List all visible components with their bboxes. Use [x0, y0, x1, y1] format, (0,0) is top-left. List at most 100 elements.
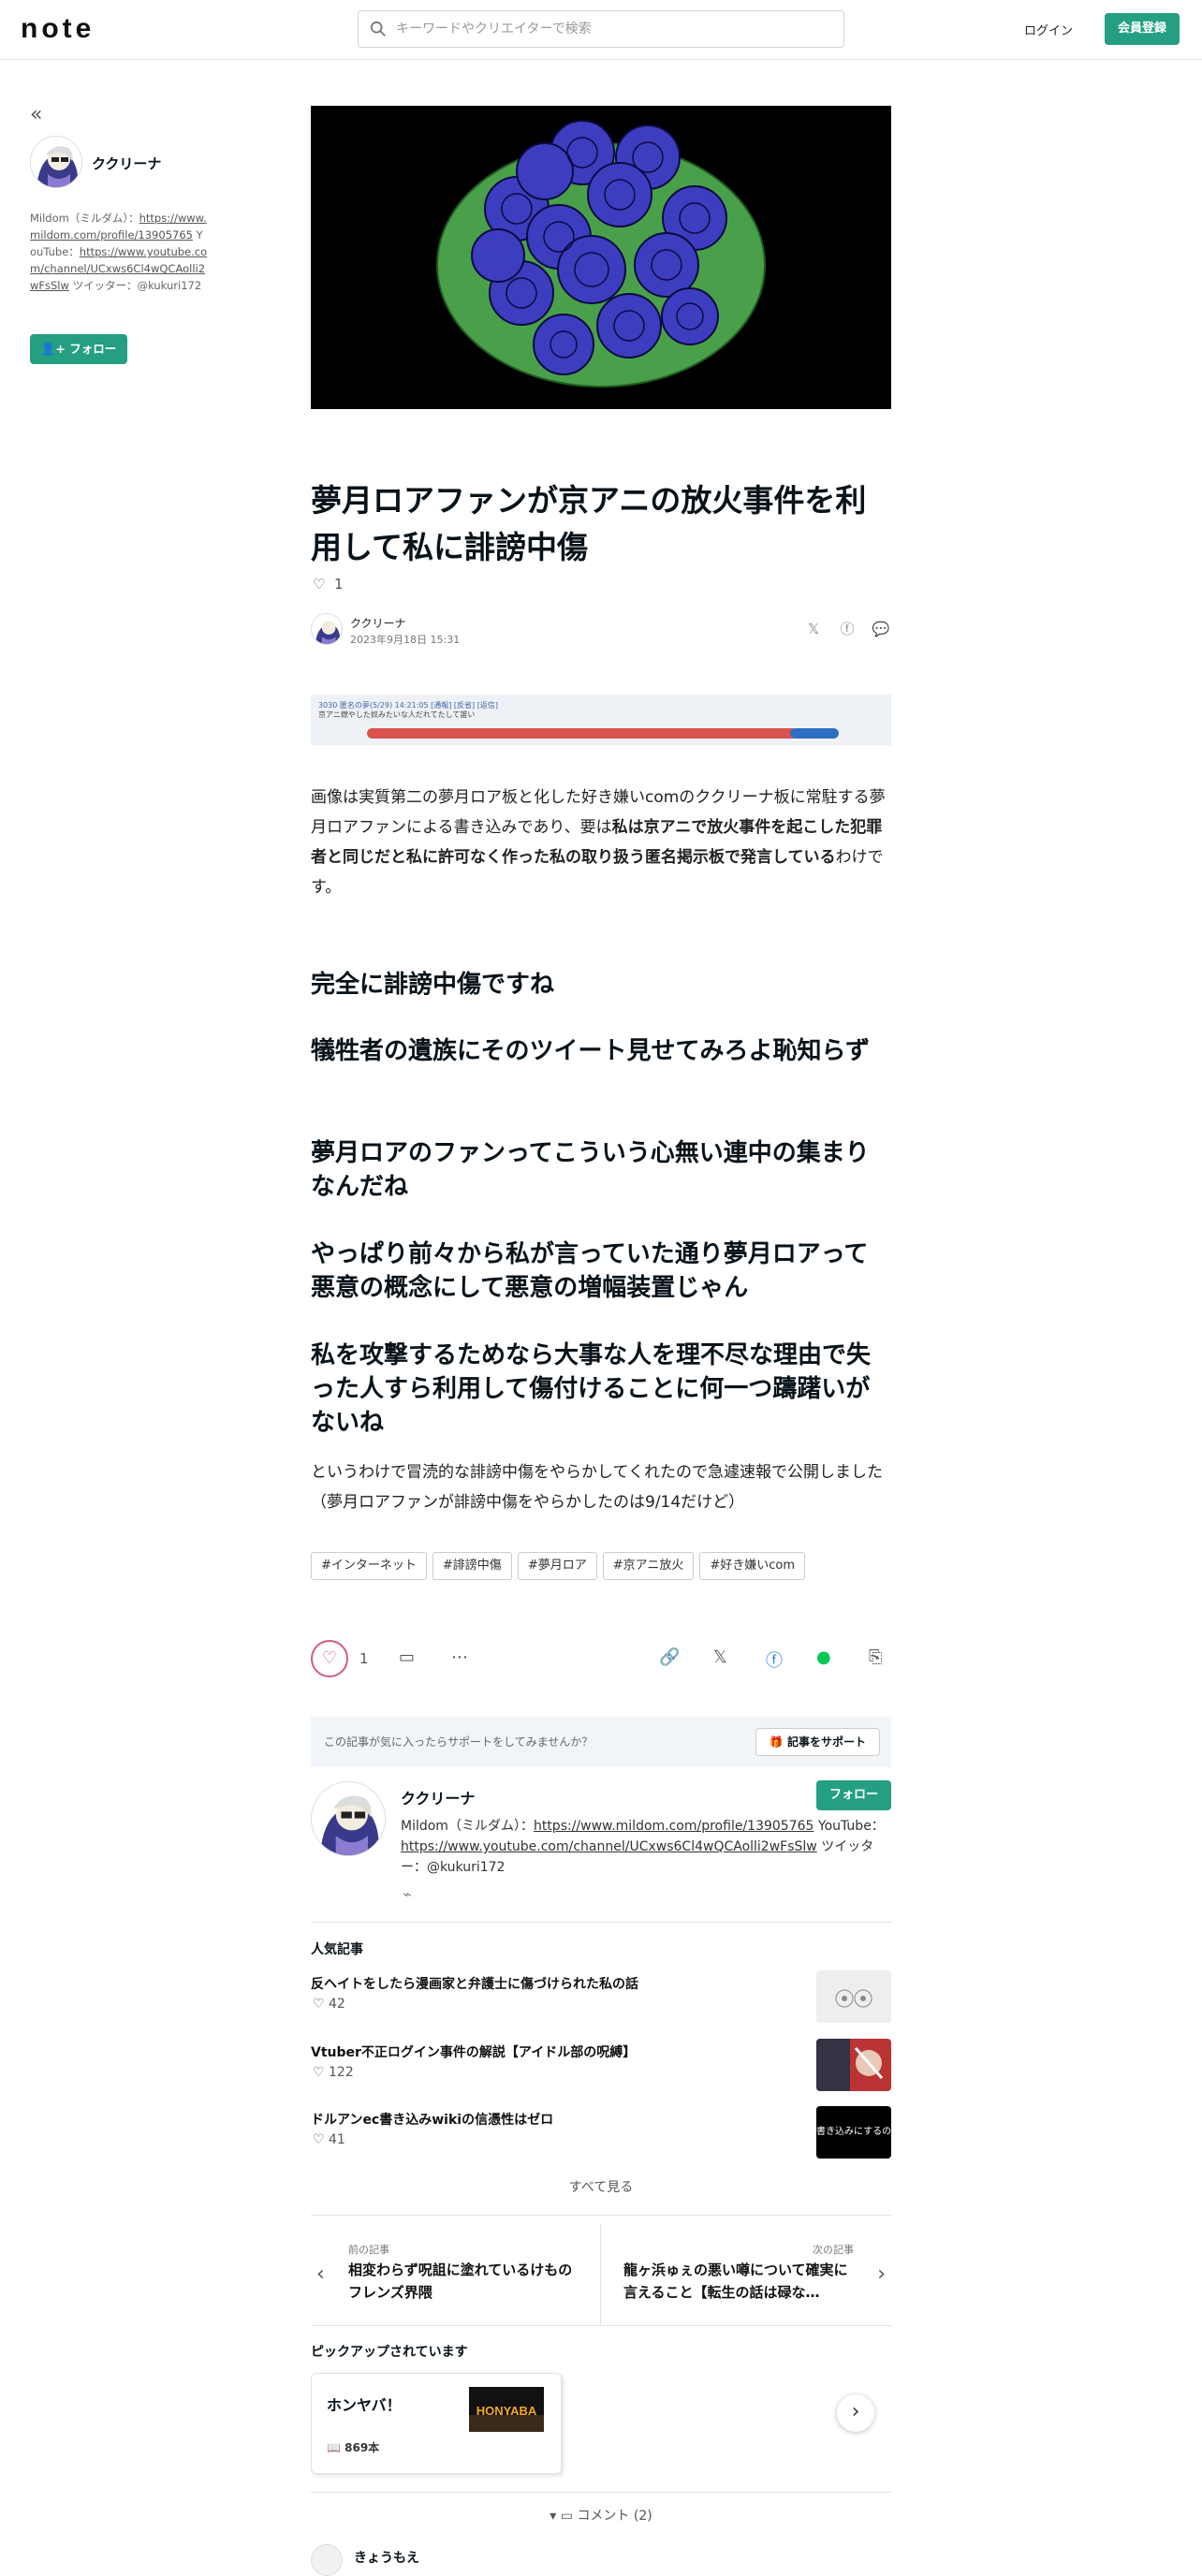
screenshot-text: 京アニ燃やした奴みたいな人だれてたして誰い — [318, 710, 476, 719]
commenter-name[interactable]: きょうもえ — [354, 2548, 419, 2567]
hashtag[interactable]: #夢月ロア — [517, 1552, 597, 1580]
chevron-right-icon: › — [877, 2262, 886, 2286]
popular-article-item[interactable]: Vtuber不正ログイン事件の解説【アイドル部の呪縛】 ♡ 122 — [311, 2039, 891, 2093]
carousel-next-button[interactable]: › — [837, 2394, 874, 2432]
popular-articles-title: 人気記事 — [311, 1942, 363, 1957]
author-avatar[interactable] — [311, 613, 343, 645]
profile-name[interactable]: ククリーナ — [401, 1786, 475, 1808]
thumbnail-illustration — [816, 1970, 891, 2023]
note-logo[interactable]: note — [21, 13, 95, 45]
register-button[interactable]: 会員登録 — [1105, 13, 1180, 45]
popular-article-likes: ♡ 122 — [313, 2065, 354, 2080]
magazine-count: 📖 869本 — [327, 2439, 379, 2455]
profile-avatar[interactable] — [311, 1781, 386, 1856]
divider — [311, 2215, 891, 2216]
like-summary[interactable]: ♡ 1 — [313, 576, 344, 593]
article-thumbnail[interactable]: 書き込みにするのか... — [816, 2106, 891, 2159]
hashtag[interactable]: #好き嫌いcom — [699, 1552, 806, 1580]
comments-toggle[interactable]: ▾ ▭ コメント (2) — [311, 2506, 891, 2525]
x-share-icon[interactable]: 𝕏 — [713, 1647, 727, 1667]
divider — [311, 1922, 891, 1923]
thumbnail-text: 書き込みにするのか... — [816, 2127, 891, 2137]
collapse-sidebar-icon[interactable]: « — [30, 103, 43, 126]
support-button[interactable]: 🎁 記事をサポート — [755, 1728, 880, 1756]
next-article[interactable]: 次の記事 龍ヶ浜ゅぇの悪い噂について確実に言えること【転生の話は碌な… › — [601, 2223, 891, 2326]
x-share-icon[interactable]: 𝕏 — [803, 619, 824, 639]
hashtag[interactable]: #インターネット — [311, 1552, 427, 1580]
add-user-icon: 👤+ — [40, 342, 70, 356]
heading-2: 犠牲者の遺族にそのツイート見せてみろよ恥知らず — [311, 1037, 870, 1065]
thumbnail-illustration: HONYABA — [469, 2387, 544, 2432]
more-icon[interactable]: ⋯ — [451, 1647, 468, 1667]
facebook-share-icon[interactable]: ⓕ — [766, 1647, 783, 1672]
hashtag-list: #インターネット #誹謗中傷 #夢月ロア #京アニ放火 #好き嫌いcom — [311, 1552, 891, 1580]
bio-text: Mildom（ミルダム）： — [401, 1819, 534, 1834]
popular-article-title[interactable]: 反ヘイトをしたら漫画家と弁護士に傷づけられた私の話 — [311, 1974, 638, 1993]
search-icon — [370, 21, 386, 37]
hero-image-blue-roses — [311, 106, 891, 409]
search-input[interactable] — [396, 11, 836, 47]
author-name[interactable]: ククリーナ — [350, 615, 406, 631]
line-share-icon[interactable]: 💬 — [871, 619, 891, 639]
commenter-avatar[interactable] — [311, 2544, 343, 2576]
hashtag[interactable]: #京アニ放火 — [602, 1552, 695, 1580]
bio-text: YouTube： — [814, 1819, 885, 1834]
like-count: 122 — [329, 2065, 354, 2080]
heading-1: 完全に誹謗中傷ですね — [311, 971, 555, 999]
magazine-thumbnail[interactable]: HONYABA — [469, 2387, 544, 2432]
book-icon: 📖 — [327, 2441, 345, 2454]
link-icon[interactable]: 🔗 — [659, 1647, 680, 1667]
chevron-left-icon: ‹ — [316, 2262, 325, 2286]
sidebar-follow-button[interactable]: 👤+ フォロー — [30, 334, 127, 364]
avatar-illustration — [312, 614, 342, 644]
previous-article[interactable]: ‹ 前の記事 相変わらず呪詛に塗れているけものフレンズ界隈 — [311, 2223, 601, 2326]
profile-bio: Mildom（ミルダム）：https://www.mildom.com/prof… — [401, 1816, 891, 1878]
like-count: 1 — [334, 576, 344, 593]
gift-icon: 🎁 — [769, 1735, 787, 1749]
facebook-share-icon[interactable]: ⓕ — [837, 619, 858, 639]
heart-icon: ♡ — [313, 1997, 330, 2012]
support-box: この記事が気に入ったらサポートをしてみませんか？ 🎁 記事をサポート — [311, 1717, 891, 1767]
sidebar-bio: Mildom（ミルダム）：https://www.mildom.com/prof… — [30, 210, 208, 294]
author-row: ククリーナ 2023年9月18日 15:31 𝕏ⓕ 💬 — [311, 613, 891, 651]
avatar[interactable] — [30, 136, 82, 188]
prev-title[interactable]: 相変わらず呪詛に塗れているけものフレンズ界隈 — [348, 2259, 582, 2304]
article-thumbnail[interactable] — [816, 1970, 891, 2023]
next-title[interactable]: 龍ヶ浜ゅぇの悪い噂について確実に言えること【転生の話は碌な… — [623, 2259, 858, 2304]
login-link[interactable]: ログイン — [1024, 21, 1073, 38]
line-share-icon[interactable]: ● — [816, 1647, 831, 1667]
article-actions: ♡ 1 ▭ ⋯ 🔗 𝕏 ⓕ ● ⎘ — [311, 1640, 891, 1679]
popular-article-item[interactable]: ドルアンec書き込みwikiの信憑性はゼロ ♡ 41 書き込みにするのか... — [311, 2106, 891, 2160]
embed-icon[interactable]: ⎘ — [869, 1647, 882, 1667]
article-count: 869本 — [344, 2441, 380, 2454]
comment-icon[interactable]: ▭ — [399, 1647, 415, 1667]
like-count: 41 — [329, 2132, 345, 2147]
see-all-link[interactable]: すべて見る — [311, 2177, 891, 2196]
profile-follow-button[interactable]: フォロー — [816, 1780, 891, 1810]
support-label: この記事が気に入ったらサポートをしてみませんか？ — [324, 1735, 594, 1749]
pickup-title: ピックアップされています — [311, 2345, 468, 2360]
rss-icon[interactable]: ⌁ — [403, 1885, 412, 1903]
prev-label: 前の記事 — [348, 2244, 389, 2256]
article-thumbnail[interactable] — [816, 2039, 891, 2091]
popular-article-likes: ♡ 41 — [313, 2132, 345, 2147]
magazine-name[interactable]: ホンヤバ！ — [327, 2393, 402, 2415]
popular-article-title[interactable]: ドルアンec書き込みwikiの信憑性はゼロ — [311, 2110, 553, 2129]
search-box[interactable] — [358, 10, 844, 48]
next-label: 次の記事 — [813, 2244, 854, 2256]
thumbnail-text: HONYABA — [476, 2404, 537, 2418]
hashtag[interactable]: #誹謗中傷 — [432, 1552, 512, 1580]
sidebar-author-name[interactable]: ククリーナ — [92, 154, 161, 173]
magazine-card[interactable]: ホンヤバ！ 📖 869本 HONYABA — [311, 2373, 562, 2474]
popular-article-item[interactable]: 反ヘイトをしたら漫画家と弁護士に傷づけられた私の話 ♡ 42 — [311, 1970, 891, 2025]
like-button[interactable]: ♡ — [311, 1640, 348, 1677]
like-bar — [790, 728, 839, 739]
mildom-link[interactable]: https://www.mildom.com/profile/13905765 — [534, 1819, 814, 1834]
publish-date: 2023年9月18日 15:31 — [350, 634, 461, 646]
follow-label: フォロー — [69, 342, 117, 356]
youtube-link[interactable]: https://www.youtube.com/channel/UCxws6Cl… — [401, 1839, 817, 1854]
bio-text: ツイッター：@kukuri172 — [68, 279, 202, 292]
avatar-illustration — [31, 137, 81, 187]
popular-article-title[interactable]: Vtuber不正ログイン事件の解説【アイドル部の呪縛】 — [311, 2042, 636, 2061]
avatar-illustration — [312, 1782, 385, 1855]
